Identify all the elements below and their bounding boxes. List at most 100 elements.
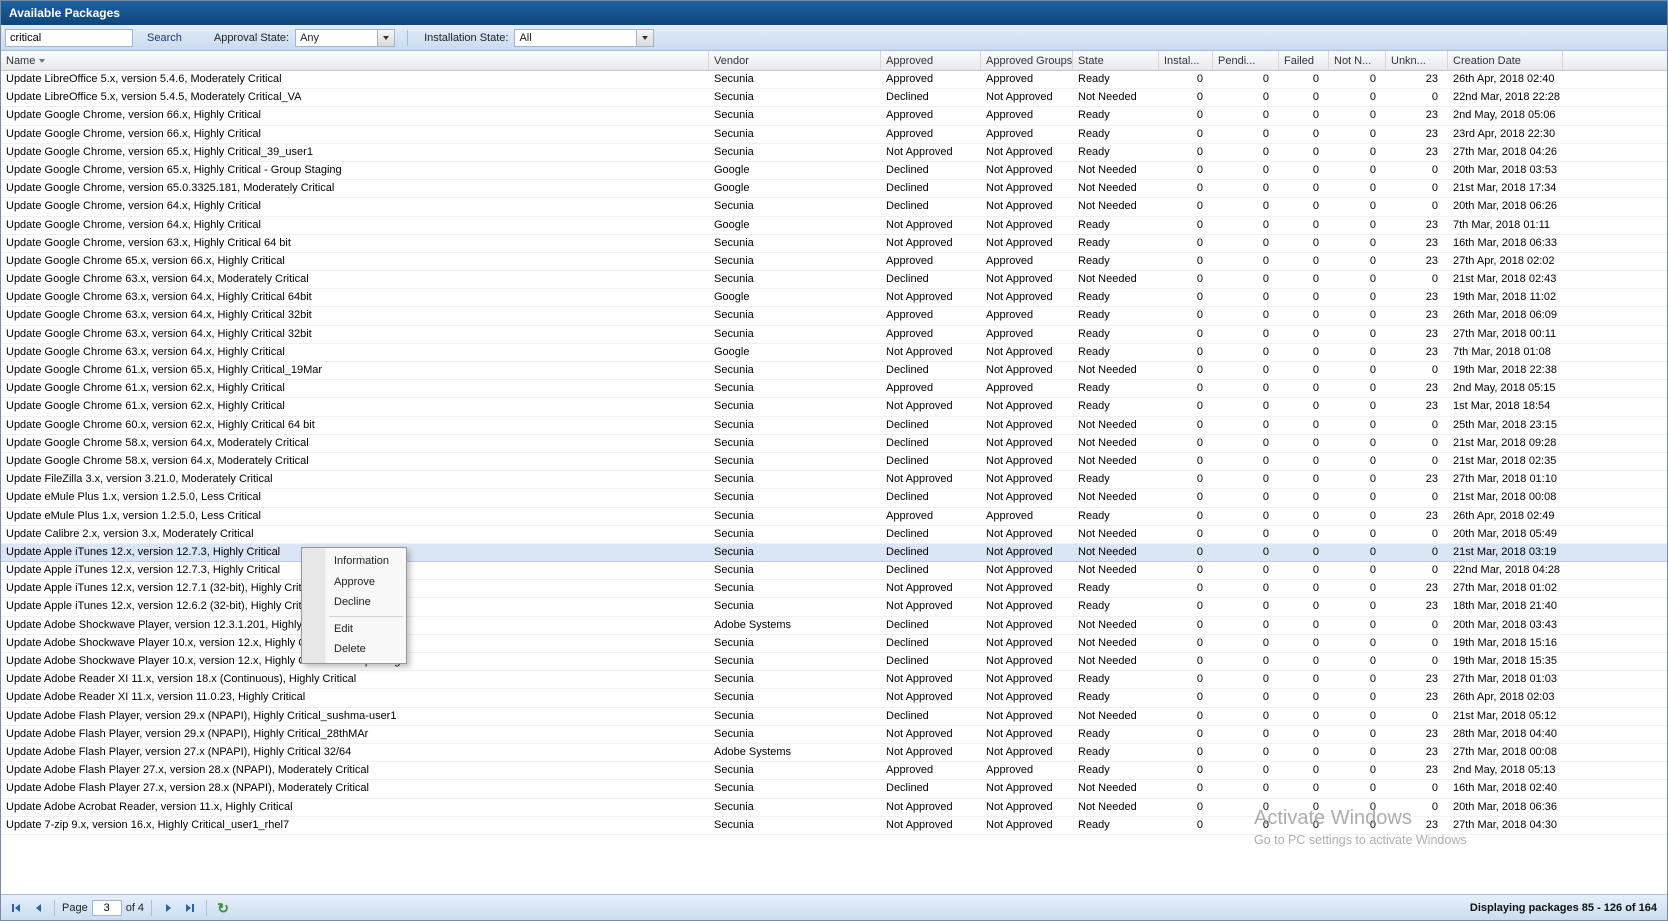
table-row[interactable]: Update Google Chrome, version 65.0.3325.…: [1, 180, 1667, 198]
search-input[interactable]: [5, 29, 133, 47]
cell-pendi: 0: [1213, 544, 1279, 561]
installation-chevron-down-icon[interactable]: [636, 30, 653, 46]
table-row[interactable]: Update Google Chrome, version 63.x, High…: [1, 235, 1667, 253]
cell-creation-date: 27th Mar, 2018 04:30: [1448, 817, 1563, 834]
column-header-instal[interactable]: Instal...: [1159, 51, 1213, 70]
table-row[interactable]: Update Apple iTunes 12.x, version 12.7.3…: [1, 562, 1667, 580]
column-header-failed[interactable]: Failed: [1279, 51, 1329, 70]
first-page-button[interactable]: [7, 899, 25, 917]
table-row[interactable]: Update 7-zip 9.x, version 16.x, Highly C…: [1, 817, 1667, 835]
table-row[interactable]: Update Adobe Shockwave Player 10.x, vers…: [1, 635, 1667, 653]
cell-failed: 0: [1279, 71, 1329, 88]
cell-state: Ready: [1073, 471, 1159, 488]
table-row[interactable]: Update Google Chrome 63.x, version 64.x,…: [1, 271, 1667, 289]
menu-item-delete[interactable]: Delete: [302, 639, 406, 660]
table-row[interactable]: Update Calibre 2.x, version 3.x, Moderat…: [1, 526, 1667, 544]
table-row[interactable]: Update Google Chrome 61.x, version 65.x,…: [1, 362, 1667, 380]
column-header-creation-date[interactable]: Creation Date: [1448, 51, 1563, 70]
table-row[interactable]: Update eMule Plus 1.x, version 1.2.5.0, …: [1, 489, 1667, 507]
table-row[interactable]: Update Google Chrome, version 64.x, High…: [1, 217, 1667, 235]
next-page-button[interactable]: [159, 899, 177, 917]
table-row[interactable]: Update Google Chrome 63.x, version 64.x,…: [1, 307, 1667, 325]
table-row[interactable]: Update Adobe Flash Player, version 27.x …: [1, 744, 1667, 762]
table-row[interactable]: Update Google Chrome, version 65.x, High…: [1, 162, 1667, 180]
column-header-unkn[interactable]: Unkn...: [1386, 51, 1448, 70]
table-row[interactable]: Update Google Chrome 63.x, version 64.x,…: [1, 344, 1667, 362]
cell-instal: 0: [1159, 89, 1213, 106]
window-title: Available Packages: [1, 1, 1667, 25]
table-row[interactable]: Update Adobe Shockwave Player 10.x, vers…: [1, 653, 1667, 671]
column-header-vendor[interactable]: Vendor: [709, 51, 881, 70]
table-row[interactable]: Update Adobe Flash Player, version 29.x …: [1, 708, 1667, 726]
table-row[interactable]: Update FileZilla 3.x, version 3.21.0, Mo…: [1, 471, 1667, 489]
table-row[interactable]: Update Apple iTunes 12.x, version 12.7.3…: [1, 544, 1667, 562]
column-header-approved[interactable]: Approved: [881, 51, 981, 70]
approval-chevron-down-icon[interactable]: [377, 30, 394, 46]
cell-name: Update 7-zip 9.x, version 16.x, Highly C…: [1, 817, 709, 834]
menu-item-edit[interactable]: Edit: [302, 619, 406, 640]
page-number-input[interactable]: [92, 900, 122, 916]
table-row[interactable]: Update Adobe Acrobat Reader, version 11.…: [1, 799, 1667, 817]
table-row[interactable]: Update Adobe Reader XI 11.x, version 11.…: [1, 689, 1667, 707]
table-row[interactable]: Update Adobe Flash Player, version 29.x …: [1, 726, 1667, 744]
cell-state: Ready: [1073, 689, 1159, 706]
table-row[interactable]: Update Google Chrome 58.x, version 64.x,…: [1, 435, 1667, 453]
table-row[interactable]: Update Apple iTunes 12.x, version 12.6.2…: [1, 598, 1667, 616]
column-header-filler: [1563, 51, 1667, 70]
cell-instal: 0: [1159, 726, 1213, 743]
table-row[interactable]: Update Google Chrome 61.x, version 62.x,…: [1, 380, 1667, 398]
table-row[interactable]: Update Google Chrome, version 65.x, High…: [1, 144, 1667, 162]
cell-approved: Approved: [881, 71, 981, 88]
column-header-approved-groups[interactable]: Approved Groups: [981, 51, 1073, 70]
cell-name: Update Google Chrome 61.x, version 62.x,…: [1, 398, 709, 415]
table-row[interactable]: Update LibreOffice 5.x, version 5.4.6, M…: [1, 71, 1667, 89]
table-row[interactable]: Update Apple iTunes 12.x, version 12.7.1…: [1, 580, 1667, 598]
table-row[interactable]: Update Google Chrome 61.x, version 62.x,…: [1, 398, 1667, 416]
table-row[interactable]: Update Adobe Reader XI 11.x, version 18.…: [1, 671, 1667, 689]
table-row[interactable]: Update Google Chrome 63.x, version 64.x,…: [1, 326, 1667, 344]
table-row[interactable]: Update Google Chrome, version 66.x, High…: [1, 126, 1667, 144]
approval-state-select[interactable]: Any: [295, 29, 395, 47]
menu-item-information[interactable]: Information: [302, 551, 406, 572]
refresh-button[interactable]: ↻: [214, 899, 232, 917]
cell-vendor: Secunia: [709, 435, 881, 452]
cell-approved-groups: Not Approved: [981, 344, 1073, 361]
last-page-button[interactable]: [181, 899, 199, 917]
table-row[interactable]: Update Google Chrome 63.x, version 64.x,…: [1, 289, 1667, 307]
table-row[interactable]: Update eMule Plus 1.x, version 1.2.5.0, …: [1, 508, 1667, 526]
table-row[interactable]: Update LibreOffice 5.x, version 5.4.5, M…: [1, 89, 1667, 107]
column-header-state[interactable]: State: [1073, 51, 1159, 70]
cell-creation-date: 28th Mar, 2018 04:40: [1448, 726, 1563, 743]
search-button[interactable]: Search: [139, 30, 190, 46]
cell-creation-date: 19th Mar, 2018 15:35: [1448, 653, 1563, 670]
cell-instal: 0: [1159, 799, 1213, 816]
cell-approved-groups: Not Approved: [981, 689, 1073, 706]
cell-pendi: 0: [1213, 126, 1279, 143]
table-row[interactable]: Update Google Chrome, version 66.x, High…: [1, 107, 1667, 125]
cell-pendi: 0: [1213, 653, 1279, 670]
menu-item-approve[interactable]: Approve: [302, 572, 406, 593]
cell-not-n: 0: [1329, 562, 1386, 579]
cell-instal: 0: [1159, 417, 1213, 434]
table-row[interactable]: Update Google Chrome 58.x, version 64.x,…: [1, 453, 1667, 471]
cell-state: Not Needed: [1073, 780, 1159, 797]
cell-unkn: 0: [1386, 362, 1448, 379]
column-header-name[interactable]: Name: [1, 51, 709, 70]
table-row[interactable]: Update Google Chrome 65.x, version 66.x,…: [1, 253, 1667, 271]
installation-state-select[interactable]: All: [514, 29, 654, 47]
table-row[interactable]: Update Google Chrome, version 64.x, High…: [1, 198, 1667, 216]
table-row[interactable]: Update Adobe Flash Player 27.x, version …: [1, 762, 1667, 780]
table-row[interactable]: Update Google Chrome 60.x, version 62.x,…: [1, 417, 1667, 435]
cell-approved-groups: Not Approved: [981, 817, 1073, 834]
table-row[interactable]: Update Adobe Shockwave Player, version 1…: [1, 617, 1667, 635]
previous-page-button[interactable]: [29, 899, 47, 917]
column-header-pendi[interactable]: Pendi...: [1213, 51, 1279, 70]
cell-creation-date: 2nd May, 2018 05:15: [1448, 380, 1563, 397]
cell-not-n: 0: [1329, 435, 1386, 452]
table-row[interactable]: Update Adobe Flash Player 27.x, version …: [1, 780, 1667, 798]
cell-pendi: 0: [1213, 89, 1279, 106]
column-header-not-n[interactable]: Not N...: [1329, 51, 1386, 70]
cell-approved: Declined: [881, 544, 981, 561]
cell-creation-date: 22nd Mar, 2018 22:28: [1448, 89, 1563, 106]
menu-item-decline[interactable]: Decline: [302, 592, 406, 613]
